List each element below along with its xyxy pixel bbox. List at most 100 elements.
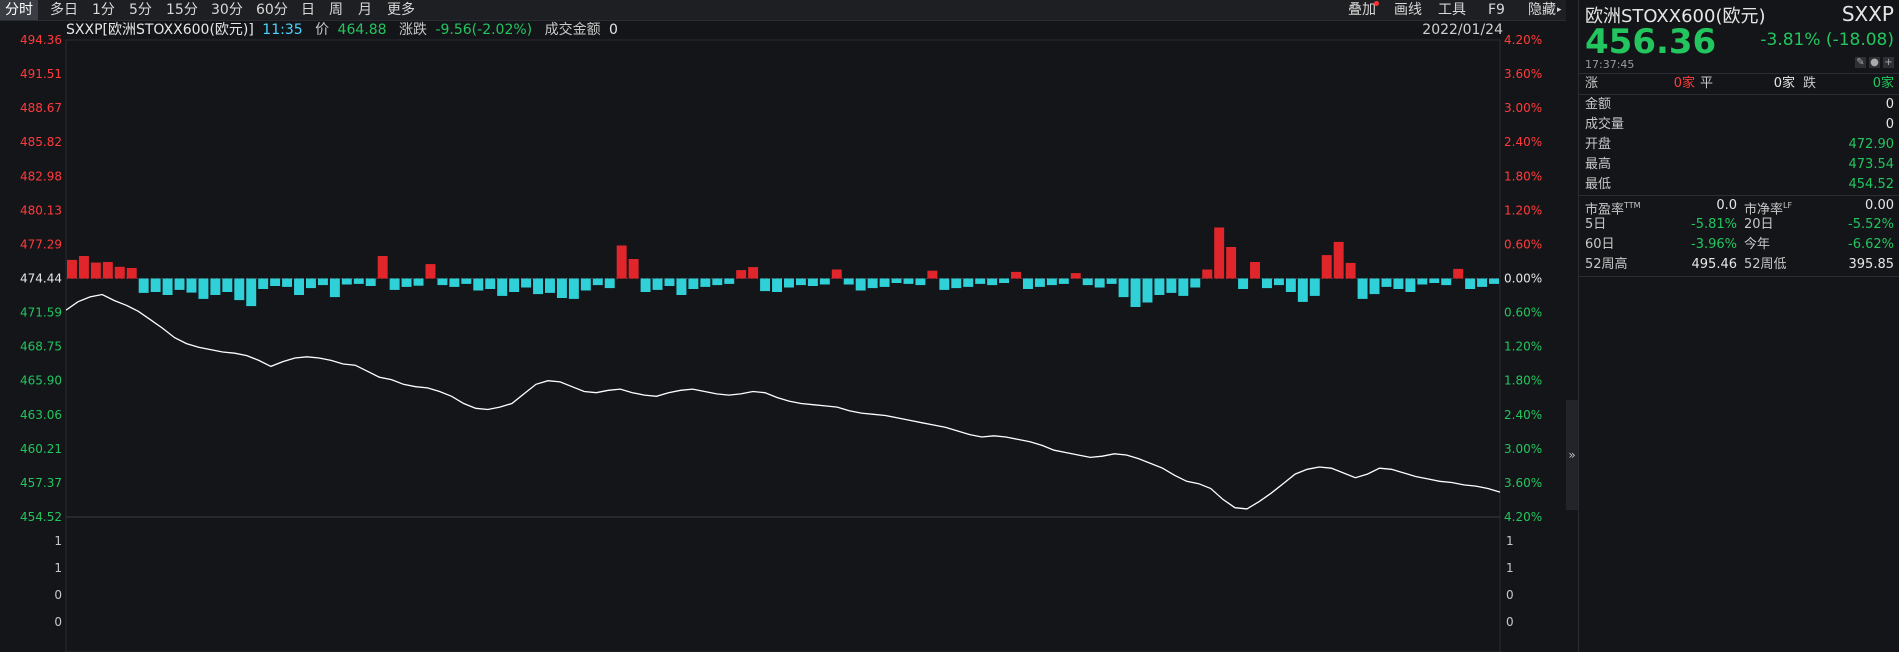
perf-label: 20日 xyxy=(1744,217,1774,232)
volume-bar xyxy=(807,278,818,286)
range52-row: 52周高 495.46 52周低 395.85 xyxy=(1585,255,1894,275)
volume-bar xyxy=(1190,278,1201,288)
pct-tick-label: 3.60% xyxy=(1504,476,1542,490)
volume-bar xyxy=(473,278,484,291)
pct-tick-label: 0.60% xyxy=(1504,237,1542,251)
volume-bar xyxy=(1453,268,1464,279)
volume-bar xyxy=(795,278,806,286)
volume-bar xyxy=(1130,278,1141,307)
high52-label: 52周高 xyxy=(1585,257,1628,272)
volume-bar xyxy=(736,270,747,279)
volume-tick-label-right: 0 xyxy=(1506,588,1514,602)
volume-bar xyxy=(1369,278,1380,295)
volume-bar xyxy=(748,267,759,279)
pct-tick-label: 4.20% xyxy=(1504,510,1542,524)
stat-value: 473.54 xyxy=(1848,157,1895,172)
price-line xyxy=(65,293,1501,510)
quote-sidebar: 欧洲STOXX600(欧元) SXXP 456.36 -3.81% (-18.0… xyxy=(1578,0,1899,652)
volume-bar xyxy=(1321,255,1332,279)
flat-count: 0家 xyxy=(1773,76,1795,91)
volume-bar xyxy=(186,278,197,293)
pb-value: 0.00 xyxy=(1865,198,1894,213)
price-tick-label: 491.51 xyxy=(20,67,62,81)
collapse-panel-button[interactable]: » xyxy=(1566,400,1578,510)
volume-bar xyxy=(1142,278,1153,303)
flat-label: 平 xyxy=(1700,76,1714,91)
volume-tick-label-right: 1 xyxy=(1506,561,1514,575)
perf-value: -5.52% xyxy=(1848,217,1894,232)
volume-tick-label-right: 0 xyxy=(1506,615,1514,629)
volume-bar xyxy=(114,266,125,279)
edit-icon[interactable]: ✎ xyxy=(1855,57,1866,68)
volume-bar xyxy=(652,278,663,290)
volume-bar xyxy=(927,270,938,279)
up-count: 0家 xyxy=(1673,76,1695,91)
volume-bar xyxy=(67,259,77,279)
pct-tick-label: 0.00% xyxy=(1504,272,1542,286)
volume-bar xyxy=(126,268,137,279)
price-tick-label: 488.67 xyxy=(20,101,62,115)
volume-bar xyxy=(1489,278,1499,284)
volume-tick-label-left: 1 xyxy=(54,534,62,548)
volume-bar xyxy=(521,278,532,288)
volume-bar xyxy=(1166,278,1177,293)
pct-tick-label: 1.20% xyxy=(1504,203,1542,217)
volume-bar xyxy=(1118,278,1129,298)
stat-label: 金额 xyxy=(1585,97,1612,112)
price-tick-label: 457.37 xyxy=(20,476,62,490)
volume-bar xyxy=(1238,278,1249,289)
pct-tick-label: 3.00% xyxy=(1504,101,1542,115)
volume-bar xyxy=(1094,278,1105,288)
volume-bar xyxy=(939,278,950,290)
price-tick-label: 494.36 xyxy=(20,33,62,47)
down-count: 0家 xyxy=(1872,76,1894,91)
volume-bar xyxy=(533,278,543,295)
stat-label: 开盘 xyxy=(1585,137,1612,152)
stat-value: 454.52 xyxy=(1848,177,1895,192)
volume-bar xyxy=(915,278,926,286)
volume-bar xyxy=(1011,271,1021,279)
volume-bar xyxy=(425,264,436,279)
stat-value: 0 xyxy=(1885,97,1894,112)
volume-bar xyxy=(1345,262,1356,279)
perf-value: -6.62% xyxy=(1848,237,1894,252)
volume-bar xyxy=(138,278,149,293)
stat-label: 最低 xyxy=(1585,177,1612,192)
pct-tick-label: 3.00% xyxy=(1504,442,1542,456)
price-change: -3.81% (-18.08) xyxy=(1760,30,1894,50)
stat-row-high: 最高 473.54 xyxy=(1585,155,1894,175)
add-icon[interactable]: + xyxy=(1883,57,1894,68)
price-tick-label: 471.59 xyxy=(20,306,62,320)
volume-bar xyxy=(1250,262,1260,279)
volume-bar xyxy=(270,278,281,286)
perf-label: 5日 xyxy=(1585,217,1607,232)
pct-tick-label: 2.40% xyxy=(1504,408,1542,422)
volume-bar xyxy=(879,278,890,287)
volume-bar xyxy=(1381,278,1392,287)
volume-bar xyxy=(389,278,400,290)
perf-row: 60日 -3.96% 今年 -6.62% xyxy=(1585,235,1894,255)
bell-icon[interactable]: ● xyxy=(1869,57,1880,68)
price-tick-label: 480.13 xyxy=(20,203,62,217)
pct-tick-label: 0.60% xyxy=(1504,306,1542,320)
volume-bar xyxy=(497,278,508,296)
price-tick-label: 474.44 xyxy=(20,272,62,286)
price-tick-label: 454.52 xyxy=(20,510,62,524)
stat-row-low: 最低 454.52 xyxy=(1585,175,1894,195)
breadth-row: 涨 0家 平 0家 跌 0家 xyxy=(1585,74,1894,94)
volume-bar xyxy=(341,278,352,285)
volume-bar xyxy=(664,278,675,286)
volume-bar xyxy=(1070,273,1081,279)
perf-row: 5日 -5.81% 20日 -5.52% xyxy=(1585,215,1894,235)
volume-bar xyxy=(1417,278,1428,285)
volume-bar xyxy=(294,278,304,295)
volume-bar xyxy=(987,278,998,286)
volume-bar xyxy=(1106,278,1117,284)
pct-tick-label: 3.60% xyxy=(1504,67,1542,81)
volume-bar xyxy=(150,278,161,292)
volume-bar xyxy=(1477,278,1488,287)
volume-bar xyxy=(676,278,687,295)
volume-bar xyxy=(1333,241,1344,279)
intraday-chart[interactable]: 494.36 491.51 488.67 485.82 482.98 480.13 477.… xyxy=(0,0,1566,652)
pct-tick-label: 1.20% xyxy=(1504,340,1542,354)
